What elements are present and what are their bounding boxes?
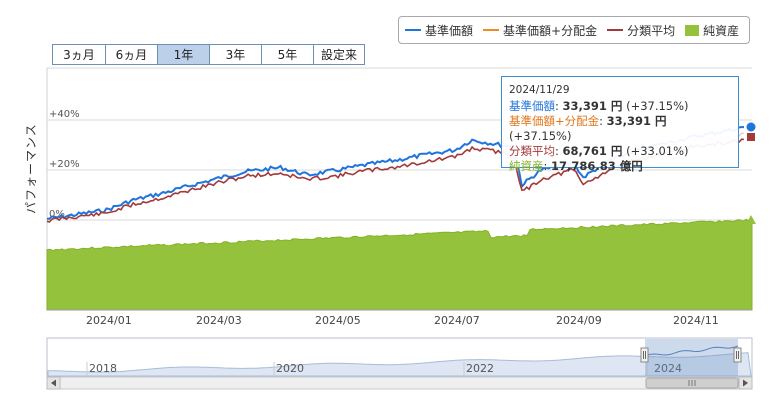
tooltip-row-category-average: 分類平均: 68,761 円 (+33.01%) — [509, 144, 689, 158]
tooltip-label: 純資産 — [509, 159, 544, 173]
x-tick-label: 2024/09 — [556, 314, 602, 327]
tooltip-change: (+37.15%) — [626, 99, 689, 113]
x-tick-label: 2024/07 — [434, 314, 480, 327]
tooltip-label: 基準価額+分配金 — [509, 114, 600, 128]
scroll-left-button[interactable] — [46, 376, 61, 390]
tooltip-value: 33,391 円 — [606, 114, 667, 128]
chart-svg: +40% +20% 0% 2024/01 2024/03 2024/05 202… — [46, 67, 756, 390]
average-end-marker — [747, 133, 755, 141]
tooltip-date: 2024/11/29 — [509, 84, 570, 96]
nav-end-marker — [746, 122, 756, 132]
x-tick-label: 2024/05 — [315, 314, 361, 327]
tooltip-change: (+33.01%) — [626, 144, 689, 158]
tooltip-value: 68,761 円 — [562, 144, 623, 158]
tooltip-row-nav: 基準価額: 33,391 円 (+37.15%) — [509, 99, 689, 113]
y-tick-label: +20% — [49, 159, 80, 170]
x-tick-label: 2024/11 — [673, 314, 719, 327]
tooltip-label: 基準価額 — [509, 99, 555, 113]
navigator-right-handle[interactable] — [733, 347, 742, 363]
tooltip-row-nav-dividend: 基準価額+分配金: 33,391 円 (+37.15%) — [509, 114, 667, 143]
tooltip-label: 分類平均 — [509, 144, 555, 158]
fund-chart-panel: 基準価額 基準価額+分配金 分類平均 純資産 3ヵ月 6ヵ月 1年 3年 5年 … — [0, 0, 770, 402]
x-tick-label: 2024/03 — [196, 314, 242, 327]
x-tick-label: 2024/01 — [86, 314, 132, 327]
navigator-left-handle[interactable] — [640, 347, 649, 363]
chart-tooltip: 2024/11/29 基準価額: 33,391 円 (+37.15%) 基準価額… — [501, 76, 739, 173]
scroll-thumb[interactable] — [645, 377, 739, 389]
navigator-year-label: 2018 — [89, 362, 117, 375]
tooltip-value: 33,391 円 — [562, 99, 623, 113]
tooltip-row-net-assets: 純資産: 17,786.83 億円 — [509, 159, 643, 173]
y-tick-label: +40% — [49, 109, 80, 120]
navigator-year-label: 2020 — [276, 362, 304, 375]
scroll-right-button[interactable] — [738, 376, 753, 390]
net-assets-area — [46, 218, 753, 311]
tooltip-value: 17,786.83 億円 — [551, 159, 643, 173]
navigator-year-label: 2022 — [466, 362, 494, 375]
tooltip-change: (+37.15%) — [509, 129, 572, 143]
navigator-selected-range[interactable] — [645, 339, 738, 376]
